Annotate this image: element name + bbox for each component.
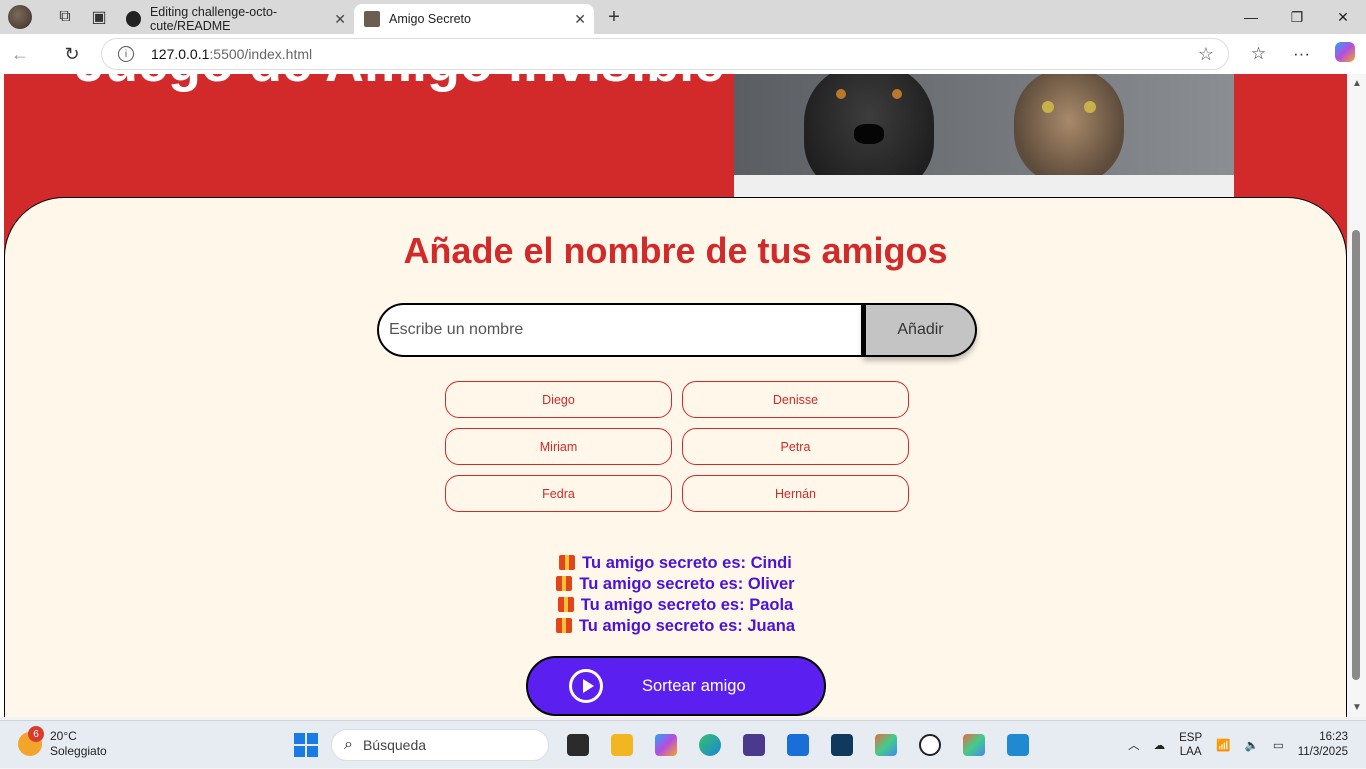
edge-browser-icon[interactable] (688, 729, 732, 761)
dog-and-cat-image (734, 74, 1234, 197)
friend-item: Petra (682, 428, 909, 465)
friend-name-input[interactable] (377, 303, 863, 357)
copilot-app-icon[interactable] (644, 729, 688, 761)
page-viewport: Juego de Amigo invisible Añade el nombre… (0, 74, 1366, 717)
tab-github-readme[interactable]: Editing challenge-octo-cute/README ✕ (116, 4, 354, 34)
friend-item: Fedra (445, 475, 672, 512)
url-path: :5500/index.html (209, 46, 313, 62)
draw-friend-button[interactable]: Sortear amigo (526, 656, 826, 716)
reload-icon[interactable]: ↻ (52, 44, 92, 65)
close-tab-icon[interactable]: ✕ (334, 11, 346, 28)
result-item: Tu amigo secreto es: Cindi (5, 553, 1346, 574)
more-menu-icon[interactable]: ··· (1280, 44, 1323, 64)
task-view-icon[interactable] (556, 729, 600, 761)
result-item: Tu amigo secreto es: Paola (5, 595, 1346, 616)
profile-avatar[interactable] (8, 5, 32, 29)
friend-item: Diego (445, 381, 672, 418)
tab-title: Amigo Secreto (389, 12, 471, 26)
section-title: Añade el nombre de tus amigos (403, 230, 948, 271)
result-item: Tu amigo secreto es: Oliver (5, 574, 1346, 595)
windows-start-icon[interactable] (294, 733, 318, 757)
tab-amigo-secreto[interactable]: Amigo Secreto ✕ (354, 4, 594, 34)
notification-badge: 6 (28, 726, 44, 742)
show-hidden-icons-icon[interactable]: ︿ (1128, 737, 1140, 753)
onedrive-icon[interactable]: ☁ (1154, 738, 1166, 752)
close-window-icon[interactable]: ✕ (1320, 0, 1366, 34)
gift-icon (559, 555, 576, 570)
battery-icon[interactable]: ▭ (1273, 738, 1284, 752)
gift-icon (555, 618, 572, 633)
clock[interactable]: 16:23 11/3/2025 (1298, 730, 1348, 760)
app-icon[interactable] (952, 729, 996, 761)
favorites-icon[interactable]: ☆ (1237, 44, 1280, 64)
input-section: Añade el nombre de tus amigos Añadir Die… (4, 197, 1347, 717)
site-info-icon[interactable]: i (118, 46, 134, 62)
weather-temp: 20°C (50, 729, 77, 743)
pinned-apps (556, 729, 1040, 761)
friend-item: Denisse (682, 381, 909, 418)
github-icon (126, 11, 141, 27)
browser-toolbar: ← ↻ i 127.0.0.1:5500/index.html ☆ ☆ ··· (0, 34, 1366, 74)
language-indicator[interactable]: ESP LAA (1179, 731, 1202, 759)
hero-title: Juego de Amigo invisible (75, 74, 724, 94)
store-icon[interactable] (776, 729, 820, 761)
scroll-up-icon[interactable]: ▲ (1352, 78, 1362, 89)
url-host: 127.0.0.1 (151, 46, 210, 62)
gift-icon (556, 576, 573, 591)
copilot-icon[interactable] (1323, 41, 1366, 67)
workspaces-icon[interactable]: ⧉ (48, 0, 82, 34)
new-tab-button[interactable]: + (594, 6, 634, 29)
browser-tab-bar: ⧉ ▣ Editing challenge-octo-cute/README ✕… (0, 0, 1366, 34)
results-list: Tu amigo secreto es: Cindi Tu amigo secr… (5, 553, 1346, 637)
chatgpt-icon[interactable] (908, 729, 952, 761)
system-tray: ︿ ☁ ESP LAA 📶 🔈 ▭ 16:23 11/3/2025 (1128, 721, 1366, 769)
result-item: Tu amigo secreto es: Juana (5, 616, 1346, 637)
minimize-icon[interactable]: — (1228, 0, 1274, 34)
disney-plus-icon[interactable] (820, 729, 864, 761)
search-placeholder: Búsqueda (362, 737, 427, 753)
tab-title: Editing challenge-octo-cute/README (149, 5, 278, 33)
weather-desc: Soleggiato (50, 744, 107, 758)
friend-item: Miriam (445, 428, 672, 465)
page-scrollbar[interactable]: ▲ ▼ (1347, 74, 1366, 717)
page-favicon-icon (364, 11, 380, 27)
add-button[interactable]: Añadir (863, 303, 977, 357)
favorite-star-icon[interactable]: ☆ (1198, 44, 1214, 65)
page-background: Juego de Amigo invisible Añade el nombre… (4, 74, 1347, 717)
windows-taskbar: 6 20°C Soleggiato ⌕ Búsqueda ︿ ☁ ESP LAA… (0, 720, 1366, 768)
gift-icon (557, 597, 574, 612)
address-bar[interactable]: i 127.0.0.1:5500/index.html ☆ (101, 38, 1229, 70)
scrollbar-thumb[interactable] (1352, 230, 1360, 680)
wifi-icon[interactable]: 📶 (1216, 738, 1230, 752)
play-icon (569, 669, 603, 703)
vscode-icon[interactable] (996, 729, 1040, 761)
scroll-down-icon[interactable]: ▼ (1352, 702, 1362, 713)
cat-illustration (1014, 74, 1124, 184)
tab-actions-icon[interactable]: ▣ (82, 0, 116, 34)
window-controls: — ❐ ✕ (1228, 0, 1366, 34)
toolbar-right-icons: ☆ ··· (1237, 34, 1366, 74)
restore-icon[interactable]: ❐ (1274, 0, 1320, 34)
sun-icon: 6 (18, 726, 44, 756)
jw-library-icon[interactable] (732, 729, 776, 761)
draw-button-label: Sortear amigo (642, 676, 746, 695)
taskbar-search[interactable]: ⌕ Búsqueda (331, 729, 549, 761)
search-icon: ⌕ (344, 736, 353, 753)
file-explorer-icon[interactable] (600, 729, 644, 761)
back-arrow-icon[interactable]: ← (0, 44, 40, 65)
volume-icon[interactable]: 🔈 (1244, 738, 1258, 752)
friend-item: Hernán (682, 475, 909, 512)
close-tab-icon[interactable]: ✕ (574, 11, 586, 28)
app-icon[interactable] (864, 729, 908, 761)
weather-widget[interactable]: 6 20°C Soleggiato (18, 726, 107, 759)
friends-list: Diego Denisse Miriam Petra Fedra Hernán (445, 381, 909, 512)
add-friend-form: Añadir (377, 303, 977, 357)
